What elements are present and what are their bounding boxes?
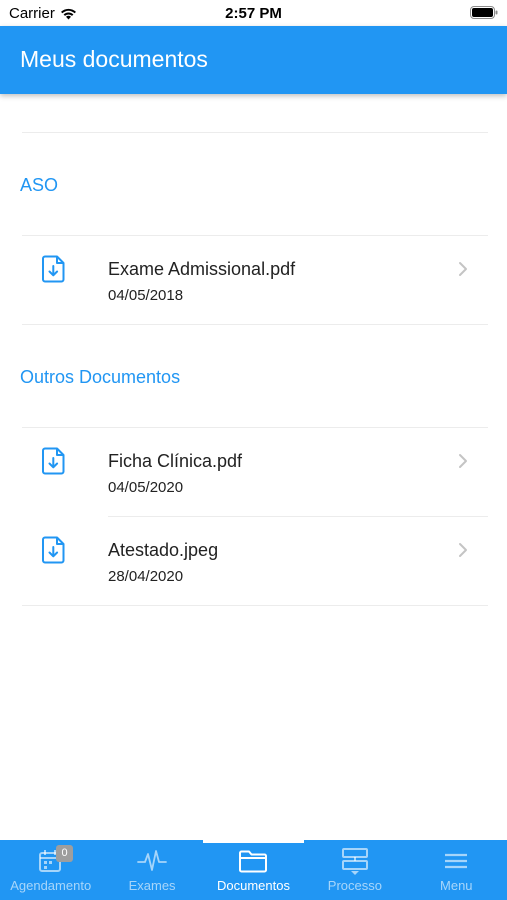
notification-badge: 0 [56,845,73,862]
document-date: 04/05/2018 [108,287,184,304]
active-tab-indicator [202,840,305,843]
chevron-right-icon [459,454,467,468]
document-item[interactable]: Ficha Clínica.pdf 04/05/2020 [22,428,488,517]
tab-label: Processo [327,878,382,893]
file-download-icon [42,447,65,475]
screen: Carrier 2:57 PM Meus documentos ASO Exam… [0,0,507,900]
divider [22,132,488,133]
section-title-outros-documentos: Outros Documentos [20,367,181,387]
tab-label: Documentos [217,878,290,893]
document-name: Atestado.jpeg [108,540,219,560]
status-bar: Carrier 2:57 PM [0,0,507,26]
heartbeat-icon [137,850,167,871]
tab-menu[interactable]: Menu [406,840,507,900]
app-header: Meus documentos [0,26,507,94]
document-name: Exame Admissional.pdf [108,259,296,279]
document-date: 28/04/2020 [108,568,184,585]
process-icon [341,848,368,875]
tab-agendamento[interactable]: 0 Agendamento [0,840,101,900]
section-title-aso: ASO [20,175,59,195]
chevron-right-icon [459,262,467,276]
battery-icon [470,6,498,19]
document-item[interactable]: Exame Admissional.pdf 04/05/2018 [22,236,488,325]
tab-documentos[interactable]: Documentos [202,840,305,900]
tab-processo[interactable]: Processo [304,840,405,900]
file-download-icon [42,536,65,564]
divider [22,605,488,606]
tab-label: Exames [128,878,176,893]
document-item[interactable]: Atestado.jpeg 28/04/2020 [22,517,488,606]
tab-label: Menu [440,878,473,893]
folder-icon [239,850,268,873]
page-title: Meus documentos [20,46,208,72]
file-download-icon [42,255,65,283]
divider [22,324,488,325]
documents-list: ASO Exame Admissional.pdf 04/05/2018 Out… [0,94,507,840]
hamburger-menu-icon [445,853,468,869]
tab-label: Agendamento [10,878,92,893]
chevron-right-icon [459,543,467,557]
document-date: 04/05/2020 [108,479,184,496]
clock: 2:57 PM [225,5,282,22]
tab-exames[interactable]: Exames [101,840,202,900]
tab-bar: 0 Agendamento Exames Documentos Processo… [0,840,507,900]
document-name: Ficha Clínica.pdf [108,451,243,471]
